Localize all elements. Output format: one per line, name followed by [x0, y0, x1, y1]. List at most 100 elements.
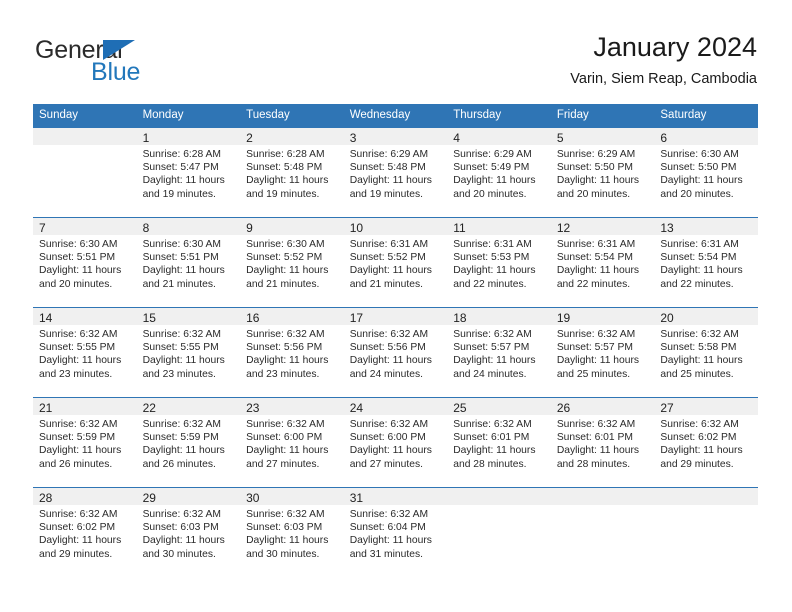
day-cell[interactable]: 1 Sunrise: 6:28 AM Sunset: 5:47 PM Daylight… [136, 127, 241, 217]
day-cell[interactable]: 6 Sunrise: 6:30 AM Sunset: 5:50 PM Daylight… [654, 127, 758, 217]
day-cell[interactable]: 22 Sunrise: 6:32 AM Sunset: 5:59 PM Dayligh… [136, 397, 241, 487]
day-cell[interactable]: 14 Sunrise: 6:32 AM Sunset: 5:55 PM Dayligh… [33, 307, 137, 397]
day-cell[interactable]: 28 Sunrise: 6:32 AM Sunset: 6:02 PM Dayligh… [33, 487, 137, 577]
day-cell[interactable]: 23 Sunrise: 6:32 AM Sunset: 6:00 PM Dayligh… [240, 397, 344, 487]
day-cell[interactable]: 18 Sunrise: 6:32 AM Sunset: 5:57 PM Dayligh… [447, 307, 551, 397]
day-cell[interactable]: 3 Sunrise: 6:29 AM Sunset: 5:48 PM Daylight… [343, 127, 448, 217]
sunrise-text: Sunrise: 6:32 AM [39, 329, 118, 340]
daylight-text-line2: and 21 minutes. [246, 278, 320, 290]
day-cell[interactable]: 8 Sunrise: 6:30 AM Sunset: 5:51 PM Daylight… [136, 217, 241, 307]
day-number-band: 31 [343, 488, 448, 505]
calendar-cell [33, 127, 137, 217]
day-cell[interactable]: 7 Sunrise: 6:30 AM Sunset: 5:51 PM Daylight… [33, 217, 137, 307]
daylight-text-line2: and 20 minutes. [556, 188, 631, 200]
day-cell[interactable]: 27 Sunrise: 6:32 AM Sunset: 6:02 PM Dayligh… [654, 397, 758, 487]
page-subtitle: Varin, Siem Reap, Cambodia [570, 71, 757, 87]
weekday-header-saturday: Saturday [654, 104, 758, 127]
calendar-table: Sunday Monday Tuesday Wednesday Thursday… [33, 104, 758, 577]
day-details: Sunrise: 6:31 AM Sunset: 5:52 PM Daylight:… [344, 235, 448, 291]
sunrise-text: Sunrise: 6:30 AM [246, 239, 325, 250]
day-details: Sunrise: 6:32 AM Sunset: 6:03 PM Daylight:… [137, 505, 241, 561]
calendar-cell: 31 Sunrise: 6:32 AM Sunset: 6:04 PM Dayligh… [343, 487, 448, 577]
day-cell[interactable]: 16 Sunrise: 6:32 AM Sunset: 5:56 PM Dayligh… [240, 307, 344, 397]
sunset-text: Sunset: 6:01 PM [453, 432, 530, 444]
daylight-text-line1: Daylight: 11 hours [142, 535, 225, 547]
daylight-text-line2: and 24 minutes. [349, 368, 423, 380]
daylight-text-line2: and 29 minutes. [39, 548, 113, 560]
day-cell[interactable]: 9 Sunrise: 6:30 AM Sunset: 5:52 PM Daylight… [240, 217, 344, 307]
sunset-text: Sunset: 5:59 PM [142, 432, 219, 444]
daylight-text-line1: Daylight: 11 hours [246, 265, 329, 277]
sunset-text: Sunset: 6:03 PM [142, 522, 219, 534]
day-details: Sunrise: 6:32 AM Sunset: 5:59 PM Daylight:… [33, 415, 137, 471]
day-cell-empty [550, 487, 655, 577]
day-details: Sunrise: 6:32 AM Sunset: 6:00 PM Daylight:… [240, 415, 344, 471]
sunrise-text: Sunrise: 6:32 AM [246, 329, 325, 340]
day-number: 2 [246, 131, 253, 145]
day-number: 29 [142, 491, 156, 505]
day-cell[interactable]: 10 Sunrise: 6:31 AM Sunset: 5:52 PM Dayligh… [343, 217, 448, 307]
day-cell[interactable]: 25 Sunrise: 6:32 AM Sunset: 6:01 PM Dayligh… [447, 397, 551, 487]
daylight-text-line2: and 26 minutes. [39, 458, 113, 470]
day-cell[interactable]: 13 Sunrise: 6:31 AM Sunset: 5:54 PM Dayligh… [654, 217, 758, 307]
day-number-band: 24 [343, 398, 448, 415]
calendar-week-row: 1 Sunrise: 6:28 AM Sunset: 5:47 PM Daylight… [33, 127, 758, 217]
sunrise-text: Sunrise: 6:31 AM [453, 239, 532, 250]
daylight-text-line1: Daylight: 11 hours [142, 445, 225, 457]
daylight-text-line1: Daylight: 11 hours [453, 355, 536, 367]
day-cell[interactable]: 31 Sunrise: 6:32 AM Sunset: 6:04 PM Dayligh… [343, 487, 448, 577]
day-number-band: 6 [654, 128, 758, 145]
day-details: Sunrise: 6:31 AM Sunset: 5:53 PM Daylight:… [447, 235, 551, 291]
day-cell[interactable]: 26 Sunrise: 6:32 AM Sunset: 6:01 PM Dayligh… [550, 397, 655, 487]
daylight-text-line2: and 21 minutes. [142, 278, 216, 290]
day-cell[interactable]: 19 Sunrise: 6:32 AM Sunset: 5:57 PM Dayligh… [550, 307, 655, 397]
day-cell[interactable]: 12 Sunrise: 6:31 AM Sunset: 5:54 PM Dayligh… [550, 217, 655, 307]
sunrise-text: Sunrise: 6:32 AM [453, 329, 532, 340]
day-cell[interactable]: 15 Sunrise: 6:32 AM Sunset: 5:55 PM Dayligh… [136, 307, 241, 397]
day-number-band: 27 [654, 398, 758, 415]
daylight-text-line2: and 28 minutes. [556, 458, 631, 470]
daylight-text-line1: Daylight: 11 hours [39, 445, 122, 457]
sunrise-text: Sunrise: 6:31 AM [349, 239, 429, 250]
daylight-text-line2: and 29 minutes. [660, 458, 734, 470]
day-details: Sunrise: 6:32 AM Sunset: 5:58 PM Daylight:… [654, 325, 758, 381]
sunset-text: Sunset: 5:50 PM [556, 162, 633, 174]
calendar-week-row: 28 Sunrise: 6:32 AM Sunset: 6:02 PM Dayligh… [33, 487, 758, 577]
day-number-band: 4 [447, 128, 551, 145]
day-cell[interactable]: 30 Sunrise: 6:32 AM Sunset: 6:03 PM Dayligh… [240, 487, 344, 577]
day-cell[interactable]: 21 Sunrise: 6:32 AM Sunset: 5:59 PM Dayligh… [33, 397, 137, 487]
day-number-band: 23 [240, 398, 344, 415]
day-number-band: 21 [33, 398, 137, 415]
daylight-text-line1: Daylight: 11 hours [142, 355, 225, 367]
calendar-cell: 18 Sunrise: 6:32 AM Sunset: 5:57 PM Dayligh… [447, 307, 551, 397]
day-number: 7 [39, 221, 46, 235]
day-cell[interactable]: 4 Sunrise: 6:29 AM Sunset: 5:49 PM Daylight… [447, 127, 551, 217]
daylight-text-line1: Daylight: 11 hours [660, 175, 743, 187]
day-details: Sunrise: 6:29 AM Sunset: 5:50 PM Daylight:… [551, 145, 655, 201]
day-cell[interactable]: 17 Sunrise: 6:32 AM Sunset: 5:56 PM Dayligh… [343, 307, 448, 397]
day-cell[interactable]: 11 Sunrise: 6:31 AM Sunset: 5:53 PM Dayligh… [447, 217, 551, 307]
daylight-text-line2: and 26 minutes. [142, 458, 216, 470]
sunset-text: Sunset: 5:55 PM [142, 342, 219, 354]
day-cell[interactable]: 2 Sunrise: 6:28 AM Sunset: 5:48 PM Daylight… [240, 127, 344, 217]
day-number-band: 30 [240, 488, 344, 505]
sunset-text: Sunset: 5:51 PM [39, 252, 116, 264]
daylight-text-line1: Daylight: 11 hours [660, 445, 743, 457]
daylight-text-line2: and 24 minutes. [453, 368, 527, 380]
general-blue-logo[interactable]: General Blue [35, 36, 245, 88]
day-cell[interactable]: 29 Sunrise: 6:32 AM Sunset: 6:03 PM Dayligh… [136, 487, 241, 577]
daylight-text-line2: and 27 minutes. [246, 458, 320, 470]
calendar-cell: 30 Sunrise: 6:32 AM Sunset: 6:03 PM Dayligh… [240, 487, 344, 577]
daylight-text-line1: Daylight: 11 hours [39, 535, 122, 547]
daylight-text-line2: and 20 minutes. [39, 278, 113, 290]
day-cell[interactable]: 24 Sunrise: 6:32 AM Sunset: 6:00 PM Dayligh… [343, 397, 448, 487]
sunset-text: Sunset: 5:58 PM [660, 342, 737, 354]
daylight-text-line1: Daylight: 11 hours [246, 355, 329, 367]
day-cell[interactable]: 20 Sunrise: 6:32 AM Sunset: 5:58 PM Dayligh… [654, 307, 758, 397]
calendar-cell: 13 Sunrise: 6:31 AM Sunset: 5:54 PM Dayligh… [654, 217, 758, 307]
sunrise-text: Sunrise: 6:32 AM [246, 509, 325, 520]
calendar-cell: 9 Sunrise: 6:30 AM Sunset: 5:52 PM Daylight… [240, 217, 344, 307]
daylight-text-line2: and 27 minutes. [349, 458, 423, 470]
day-details [551, 505, 655, 508]
day-cell[interactable]: 5 Sunrise: 6:29 AM Sunset: 5:50 PM Daylight… [550, 127, 655, 217]
